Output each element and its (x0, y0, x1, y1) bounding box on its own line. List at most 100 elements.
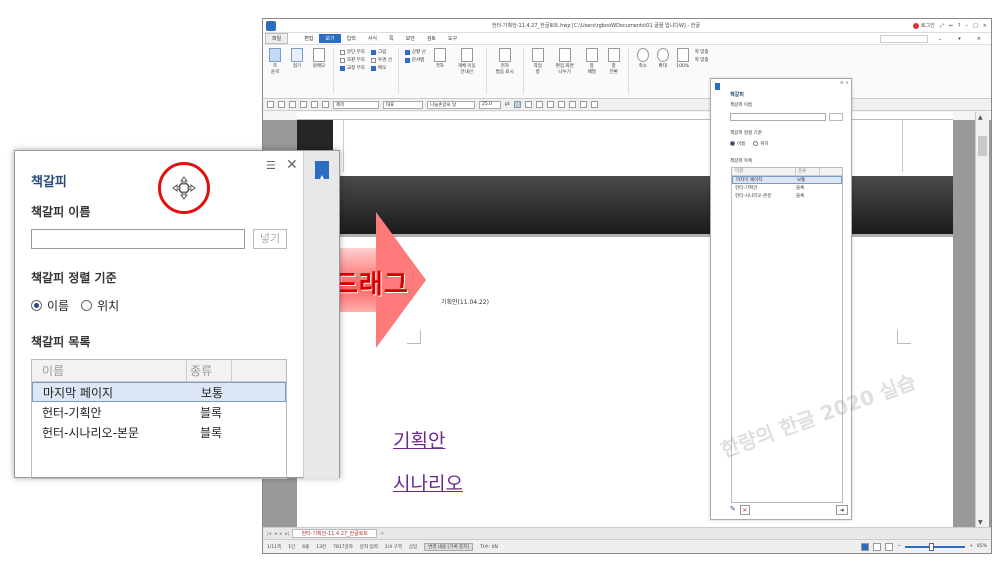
menu-icon[interactable]: ☰ (266, 159, 276, 172)
zoom-level[interactable]: 85% (977, 544, 987, 549)
grid-button[interactable]: 격자 (432, 48, 448, 70)
bookmark-name-input[interactable] (730, 113, 826, 121)
fullscreen-icon[interactable]: ⤢ (940, 23, 944, 29)
zoom-out-small-icon[interactable]: − (897, 544, 901, 549)
list-item[interactable]: 헌터-기획안 블록 (32, 402, 286, 422)
list-item[interactable]: 헌터-시나리오-본문 블록 (732, 192, 842, 200)
guide-button[interactable]: 개체 이동 안내선 (454, 48, 480, 76)
new-tab-icon[interactable]: + (380, 531, 384, 537)
vertical-scrollbar[interactable]: ▲ ▼ (975, 112, 989, 528)
scroll-down-icon[interactable]: ▼ (978, 519, 983, 526)
close-doc-icon[interactable]: × (971, 35, 987, 43)
menu-icon[interactable]: ≡ (840, 81, 844, 86)
check-picture[interactable]: 그림 (371, 49, 392, 55)
hanja-button[interactable]: 현자 발음 표시 (493, 48, 517, 76)
open-icon[interactable] (278, 101, 285, 108)
list-item[interactable]: 헌터-시나리오-본문 블록 (32, 422, 286, 442)
italic-icon[interactable] (524, 101, 532, 108)
edit-icon[interactable]: ✎ (730, 505, 736, 515)
bookmark-name-input[interactable] (31, 229, 245, 249)
font-color-icon[interactable] (546, 101, 554, 108)
align-center-icon[interactable] (568, 101, 576, 108)
menu-file[interactable]: 파일 (265, 33, 289, 44)
doc-link-scenario[interactable]: 시나리오 (393, 469, 463, 496)
zoom-out-button[interactable]: 축소 (635, 48, 651, 70)
menu-format[interactable]: 서식 (362, 34, 383, 43)
view-normal-icon[interactable] (861, 542, 870, 551)
restore-icon[interactable]: ⇔ (949, 23, 953, 29)
menu-insert[interactable]: 입력 (341, 34, 362, 43)
go-to-icon[interactable]: ➜ (836, 505, 848, 515)
scroll-thumb[interactable] (978, 136, 987, 156)
check-paragraph-mark[interactable]: 문단 부호 (340, 49, 365, 55)
memo-button[interactable]: 원메모 (311, 48, 327, 70)
close-icon[interactable]: × (845, 81, 849, 86)
zoom-100-button[interactable]: 100% (675, 48, 691, 70)
doc-tab[interactable]: 헌터-기획안-11.4.27_한글토트 (292, 529, 378, 538)
tab-last-icon[interactable]: ▸| (285, 531, 289, 537)
help-icon[interactable]: ? (958, 23, 961, 29)
lang-select[interactable]: 대표 (383, 100, 423, 109)
chevron-down-icon[interactable]: ⌄ (932, 35, 948, 43)
bold-icon[interactable] (513, 101, 521, 108)
justify-icon[interactable] (590, 101, 598, 108)
radio-name[interactable]: 이름 (730, 141, 745, 147)
zoom-slider-knob[interactable] (929, 542, 935, 551)
switch-button[interactable]: 창 전환 (606, 48, 622, 76)
view-page-icon[interactable] (873, 542, 882, 551)
fit-page-option[interactable]: 쪽 맞춤 (695, 49, 709, 55)
check-memo[interactable]: 메모 (371, 65, 392, 71)
status-track-changes[interactable]: 변경 내용 [기록 중지] (424, 542, 474, 551)
list-item[interactable]: 마지막 페이지 보통 (32, 382, 286, 402)
menu-edit[interactable]: 편집 (298, 34, 319, 43)
align-right-icon[interactable] (579, 101, 587, 108)
check-doc-tab[interactable]: 문서탭 (404, 57, 426, 63)
search-input[interactable] (880, 34, 929, 43)
task-pane-button[interactable]: 작업 창 (530, 48, 546, 76)
menu-view[interactable]: 보기 (319, 34, 341, 43)
tab-first-icon[interactable]: |◂ (267, 531, 271, 537)
minimize-icon[interactable]: – (966, 23, 969, 29)
check-control-mark[interactable]: 조판 부호 (340, 57, 365, 63)
move-cursor-icon[interactable] (172, 176, 196, 200)
close-icon[interactable]: × (983, 23, 987, 29)
radio-position[interactable]: 위치 (753, 141, 769, 147)
menu-security[interactable]: 보안 (400, 34, 421, 43)
tab-next-icon[interactable]: ▸ (280, 531, 283, 537)
font-select[interactable]: 나눔손글씨 달 (427, 100, 475, 109)
redo-icon[interactable] (322, 101, 329, 108)
list-item[interactable]: 헌터-기획안 블록 (732, 184, 842, 192)
zoom-in-small-icon[interactable]: + (969, 544, 973, 549)
zoom-in-button[interactable]: 확대 (655, 48, 671, 70)
ruler[interactable] (297, 112, 953, 120)
menu-page[interactable]: 쪽 (383, 34, 400, 43)
arrange-button[interactable]: 창 배열 (584, 48, 600, 76)
check-proof-mark[interactable]: 교정 부호 (340, 65, 365, 71)
style-select[interactable]: 제목 (333, 100, 379, 109)
fold-button[interactable]: 접기 (289, 48, 305, 70)
print-icon[interactable] (300, 101, 307, 108)
col-name-header[interactable]: 이름 (732, 168, 796, 175)
view-multi-icon[interactable] (885, 542, 894, 551)
radio-position[interactable]: 위치 (81, 297, 119, 314)
check-status-line[interactable]: 상황 선 (404, 49, 426, 55)
doc-link-plan[interactable]: 기획안 (393, 426, 445, 453)
fit-width-option[interactable]: 쪽 맞춤 (695, 57, 709, 63)
page-outline-button[interactable]: 쪽 윤곽 (267, 48, 283, 76)
save-icon[interactable] (289, 101, 296, 108)
maximize-icon[interactable]: □ (973, 23, 978, 29)
split-button[interactable]: 편집 화면 나누기 (552, 48, 578, 76)
status-insert[interactable]: 삽입 (409, 544, 417, 550)
zoom-slider[interactable] (905, 542, 966, 551)
menu-review[interactable]: 검토 (421, 34, 442, 43)
col-type-header[interactable]: 종류 (796, 168, 820, 175)
tab-prev-icon[interactable]: ◂ (274, 531, 277, 537)
scroll-up-icon[interactable]: ▲ (978, 114, 983, 121)
check-transparent-line[interactable]: 투명 선 (371, 57, 392, 63)
underline-icon[interactable] (535, 101, 543, 108)
new-doc-icon[interactable] (267, 101, 274, 108)
list-item[interactable]: 마지막 페이지 보통 (732, 176, 842, 184)
align-left-icon[interactable] (557, 101, 565, 108)
insert-button[interactable]: 넣기 (253, 229, 287, 249)
col-type-header[interactable]: 종류 (187, 359, 232, 382)
